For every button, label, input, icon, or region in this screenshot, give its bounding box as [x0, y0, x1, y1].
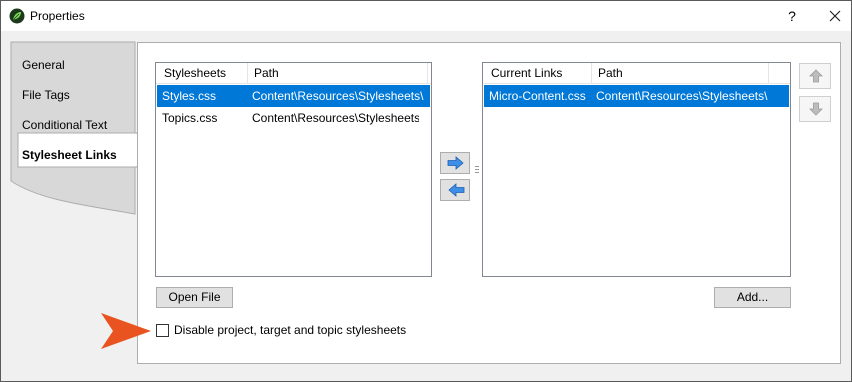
move-right-button[interactable] — [440, 152, 470, 174]
callout-arrow-icon — [101, 313, 151, 349]
arrow-left-icon — [448, 183, 465, 197]
open-file-button[interactable]: Open File — [156, 287, 233, 308]
tab-conditional-text[interactable]: Conditional Text — [22, 118, 107, 132]
column-header-path[interactable]: Path — [592, 63, 769, 84]
splitter-grip-icon[interactable] — [475, 166, 479, 174]
help-button[interactable]: ? — [781, 4, 803, 28]
arrow-down-icon — [809, 102, 823, 116]
window-title: Properties — [30, 9, 85, 23]
current-links-list[interactable]: Current Links Path Micro-Content.css Con… — [482, 62, 791, 277]
row-name: Topics.css — [162, 111, 218, 125]
disable-stylesheets-checkbox[interactable] — [156, 324, 169, 337]
move-up-button[interactable] — [799, 63, 831, 89]
stylesheet-row-styles[interactable]: Styles.css Content\Resources\Stylesheets… — [157, 85, 430, 107]
move-down-button[interactable] — [799, 96, 831, 122]
row-path: Content\Resources\Stylesheets\ — [252, 89, 424, 103]
tab-stylesheet-links[interactable]: Stylesheet Links — [22, 148, 117, 162]
stylesheets-list[interactable]: Stylesheets Path Styles.css Content\Reso… — [155, 62, 432, 277]
arrow-up-icon — [809, 69, 823, 83]
move-left-button[interactable] — [440, 179, 470, 201]
column-header-stylesheets[interactable]: Stylesheets — [158, 63, 248, 84]
column-header-path[interactable]: Path — [248, 63, 428, 84]
row-name: Styles.css — [162, 89, 217, 103]
add-button[interactable]: Add... — [714, 287, 791, 308]
stylesheets-list-header: Stylesheets Path — [156, 63, 431, 84]
tab-general[interactable]: General — [22, 58, 65, 72]
stylesheet-row-topics[interactable]: Topics.css Content\Resources\Stylesheets… — [157, 107, 430, 129]
row-path: Content\Resources\Stylesheets\ — [252, 111, 419, 125]
current-link-row-micro-content[interactable]: Micro-Content.css Content\Resources\Styl… — [484, 85, 789, 107]
disable-stylesheets-label[interactable]: Disable project, target and topic styles… — [174, 323, 406, 337]
close-button[interactable] — [823, 4, 847, 28]
properties-dialog: Properties ? General File Tags Condition… — [0, 0, 852, 382]
current-links-list-header: Current Links Path — [483, 63, 790, 84]
app-leaf-icon — [9, 8, 25, 24]
column-header-current-links[interactable]: Current Links — [485, 63, 592, 84]
tab-file-tags[interactable]: File Tags — [22, 88, 70, 102]
close-icon — [829, 10, 841, 22]
arrow-right-icon — [447, 156, 464, 170]
row-name: Micro-Content.css — [489, 89, 586, 103]
row-path: Content\Resources\Stylesheets\ — [596, 89, 768, 103]
title-bar: Properties ? — [1, 1, 851, 31]
